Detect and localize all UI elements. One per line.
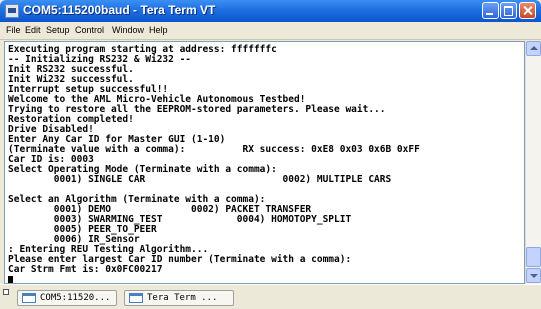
minimize-button[interactable] bbox=[482, 2, 499, 19]
taskbar-grip-icon bbox=[3, 289, 9, 295]
title-bar[interactable]: COM5:115200baud - Tera Term VT bbox=[0, 0, 541, 22]
terminal-cursor bbox=[8, 276, 13, 283]
taskbar: COM5:11520... Tera Term ... bbox=[0, 284, 541, 309]
tera-term-icon[interactable] bbox=[5, 4, 19, 18]
scroll-down-button[interactable] bbox=[526, 268, 541, 283]
menu-bar: File Edit Setup Control Window Help bbox=[0, 22, 541, 40]
menu-file[interactable]: File bbox=[6, 25, 21, 35]
taskbar-item-tera-term[interactable]: Tera Term ... bbox=[124, 290, 234, 306]
scroll-up-button[interactable] bbox=[526, 41, 541, 56]
taskbar-item-label: COM5:11520... bbox=[40, 293, 111, 303]
window-icon bbox=[129, 293, 143, 303]
terminal-line: Car Strm Fmt is: 0x0FC00217 bbox=[8, 264, 163, 275]
tera-term-window: COM5:115200baud - Tera Term VT File Edit… bbox=[0, 0, 541, 284]
menu-edit[interactable]: Edit bbox=[25, 25, 41, 35]
window-icon bbox=[22, 293, 36, 303]
taskbar-item-label: Tera Term ... bbox=[147, 293, 218, 303]
menu-help[interactable]: Help bbox=[149, 25, 168, 35]
taskbar-item-com5[interactable]: COM5:11520... bbox=[17, 290, 117, 306]
terminal-line: 0001) SINGLE CAR 0002) MULTIPLE CARS bbox=[8, 174, 392, 185]
close-button[interactable] bbox=[519, 2, 536, 19]
vertical-scrollbar[interactable] bbox=[525, 41, 541, 284]
scroll-thumb[interactable] bbox=[526, 247, 541, 267]
menu-control[interactable]: Control bbox=[75, 25, 104, 35]
window-title: COM5:115200baud - Tera Term VT bbox=[23, 3, 216, 17]
maximize-button[interactable] bbox=[500, 2, 517, 19]
menu-window[interactable]: Window bbox=[112, 25, 144, 35]
terminal-screen[interactable]: Executing program starting at address: f… bbox=[4, 41, 525, 284]
menu-setup[interactable]: Setup bbox=[46, 25, 70, 35]
